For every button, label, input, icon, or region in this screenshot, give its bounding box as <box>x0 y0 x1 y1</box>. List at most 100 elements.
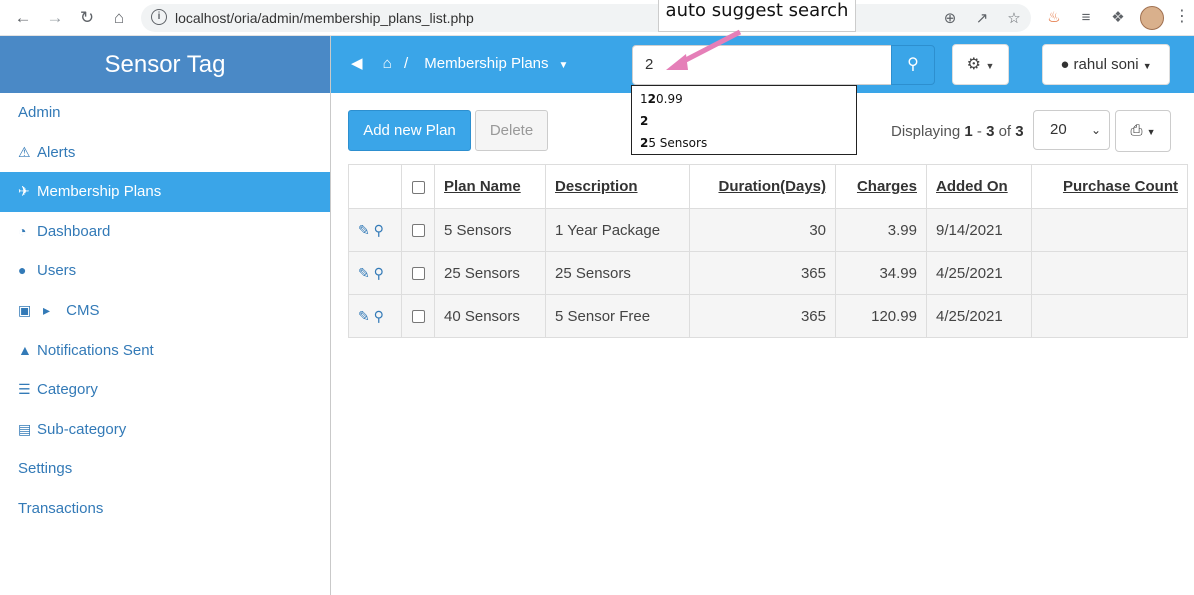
row-select <box>401 294 435 338</box>
row-select <box>401 251 435 295</box>
table-header-row: Plan Name Description Duration(Days) Cha… <box>348 164 1188 209</box>
edit-icon[interactable]: ✎ <box>358 265 370 281</box>
add-new-plan-button[interactable]: Add new Plan <box>348 110 471 151</box>
view-search-icon[interactable]: ⚲ <box>374 222 384 238</box>
user-menu-button[interactable]: ● rahul soni ▼ <box>1042 44 1170 85</box>
sidebar-item-notifications-sent[interactable]: ▲ Notifications Sent <box>0 331 330 371</box>
zoom-icon[interactable]: ⊕ <box>941 9 959 27</box>
row-checkbox[interactable] <box>411 224 425 238</box>
extension-java-icon[interactable]: ♨ <box>1044 8 1064 28</box>
brand-title[interactable]: Sensor Tag <box>0 36 330 93</box>
cell-added-on: 4/25/2021 <box>926 294 1032 338</box>
extensions-puzzle-icon[interactable]: ❖ <box>1108 8 1128 28</box>
bell-icon: ▲ <box>18 341 32 358</box>
col-description[interactable]: Description <box>545 164 690 209</box>
sidebar-item-label: CMS <box>66 301 100 319</box>
home-breadcrumb-icon[interactable]: ⌂ <box>383 55 392 72</box>
share-icon[interactable]: ↗ <box>973 9 991 27</box>
sidebar-item-alerts[interactable]: ⚠ Alerts <box>0 133 330 173</box>
row-actions: ✎ ⚲ <box>348 294 402 338</box>
cell-description: 25 Sensors <box>545 251 690 295</box>
col-charges[interactable]: Charges <box>835 164 927 209</box>
search-button[interactable]: ⚲ <box>891 45 935 85</box>
caret-right-icon: ▸ <box>43 301 51 318</box>
reading-list-icon[interactable]: ≡ <box>1076 8 1096 28</box>
browser-menu-icon[interactable]: ⋮ <box>1174 6 1190 26</box>
select-all-header <box>401 164 435 209</box>
gear-icon: ⚙ <box>966 56 981 73</box>
breadcrumb-current-label: Membership Plans <box>424 55 549 72</box>
chevron-down-icon: ⌄ <box>1090 123 1101 137</box>
home-icon[interactable]: ⌂ <box>108 7 130 29</box>
chevron-down-icon: ▼ <box>985 61 995 71</box>
sidebar-item-label: Transactions <box>18 499 104 517</box>
forward-icon[interactable]: → <box>44 7 66 29</box>
cell-charges: 34.99 <box>835 251 927 295</box>
col-duration[interactable]: Duration(Days) <box>689 164 836 209</box>
settings-dropdown-button[interactable]: ⚙ ▼ <box>952 44 1009 85</box>
sidebar-item-transactions[interactable]: Transactions <box>0 489 330 529</box>
row-actions: ✎ ⚲ <box>348 251 402 295</box>
address-bar[interactable]: i localhost/oria/admin/membership_plans_… <box>141 4 1031 32</box>
page-size-select[interactable]: 20 ⌄ <box>1033 110 1110 150</box>
sidebar-item-label: Users <box>37 262 77 280</box>
suggestion-item[interactable]: 2 <box>632 112 856 134</box>
cell-added-on: 9/14/2021 <box>926 208 1032 252</box>
suggestion-item[interactable]: 120.99 <box>632 90 856 112</box>
col-purchase-count[interactable]: Purchase Count <box>1031 164 1188 209</box>
profile-avatar[interactable] <box>1140 6 1164 30</box>
sidebar-item-settings[interactable]: Settings <box>0 449 330 489</box>
cell-plan-name: 25 Sensors <box>434 251 546 295</box>
sidebar-item-admin[interactable]: Admin <box>0 93 330 133</box>
cell-plan-name: 5 Sensors <box>434 208 546 252</box>
actions-header <box>348 164 402 209</box>
cell-charges: 3.99 <box>835 208 927 252</box>
edit-icon[interactable]: ✎ <box>358 222 370 238</box>
col-plan-name[interactable]: Plan Name <box>434 164 546 209</box>
sidebar-item-users[interactable]: ● Users <box>0 251 330 291</box>
table-row: ✎ ⚲ 25 Sensors 25 Sensors 365 34.99 4/25… <box>348 251 1188 295</box>
row-actions: ✎ ⚲ <box>348 208 402 252</box>
info-icon[interactable]: i <box>151 9 167 25</box>
url-text[interactable]: localhost/oria/admin/membership_plans_li… <box>175 10 474 26</box>
row-checkbox[interactable] <box>411 310 425 324</box>
sidebar-item-label: Admin <box>18 104 61 121</box>
breadcrumb-current[interactable]: Membership Plans ▼ <box>424 55 576 72</box>
sidebar-toggle-icon[interactable]: ◀ <box>351 55 363 72</box>
sidebar-item-label: Membership Plans <box>37 183 162 201</box>
sidebar-item-sub-category[interactable]: ▤ Sub-category <box>0 410 330 450</box>
sidebar-item-membership-plans[interactable]: ✈ Membership Plans <box>0 172 330 212</box>
sidebar-item-label: Notifications Sent <box>37 341 154 359</box>
folder-icon: ▣ <box>18 301 32 318</box>
breadcrumb: ◀ ⌂ / Membership Plans ▼ <box>351 54 584 72</box>
row-select <box>401 208 435 252</box>
delete-button[interactable]: Delete <box>475 110 548 151</box>
cell-purchase-count <box>1031 208 1188 252</box>
print-button[interactable]: ⎙ ▼ <box>1115 110 1171 152</box>
back-icon[interactable]: ← <box>12 7 34 29</box>
sidebar-item-dashboard[interactable]: ◔ Dashboard <box>0 212 330 252</box>
sidebar-item-label: Dashboard <box>37 222 111 240</box>
sidebar-item-cms[interactable]: ▣ ▸ CMS <box>0 291 330 331</box>
view-search-icon[interactable]: ⚲ <box>374 308 384 324</box>
table-row: ✎ ⚲ 40 Sensors 5 Sensor Free 365 120.99 … <box>348 294 1188 338</box>
select-all-checkbox[interactable] <box>411 180 425 194</box>
col-added-on[interactable]: Added On <box>926 164 1032 209</box>
print-icon: ⎙ <box>1130 122 1143 139</box>
sidebar: Sensor Tag Admin ⚠ Alerts ✈ Membership Pla… <box>0 36 331 595</box>
cell-purchase-count <box>1031 251 1188 295</box>
reload-icon[interactable]: ↻ <box>76 7 98 29</box>
view-search-icon[interactable]: ⚲ <box>374 265 384 281</box>
list-icon: ☰ <box>18 381 31 398</box>
row-checkbox[interactable] <box>411 267 425 281</box>
sidebar-item-label: Alerts <box>37 143 76 161</box>
annotation-arrow <box>666 29 742 70</box>
suggestion-item[interactable]: 25 Sensors <box>632 134 856 156</box>
table-row: ✎ ⚲ 5 Sensors 1 Year Package 30 3.99 9/1… <box>348 208 1188 252</box>
sidebar-item-category[interactable]: ☰ Category <box>0 370 330 410</box>
cell-added-on: 4/25/2021 <box>926 251 1032 295</box>
edit-icon[interactable]: ✎ <box>358 308 370 324</box>
bookmark-star-icon[interactable]: ☆ <box>1005 9 1023 27</box>
warning-icon: ⚠ <box>18 143 31 160</box>
sidebar-item-label: Category <box>37 381 98 399</box>
